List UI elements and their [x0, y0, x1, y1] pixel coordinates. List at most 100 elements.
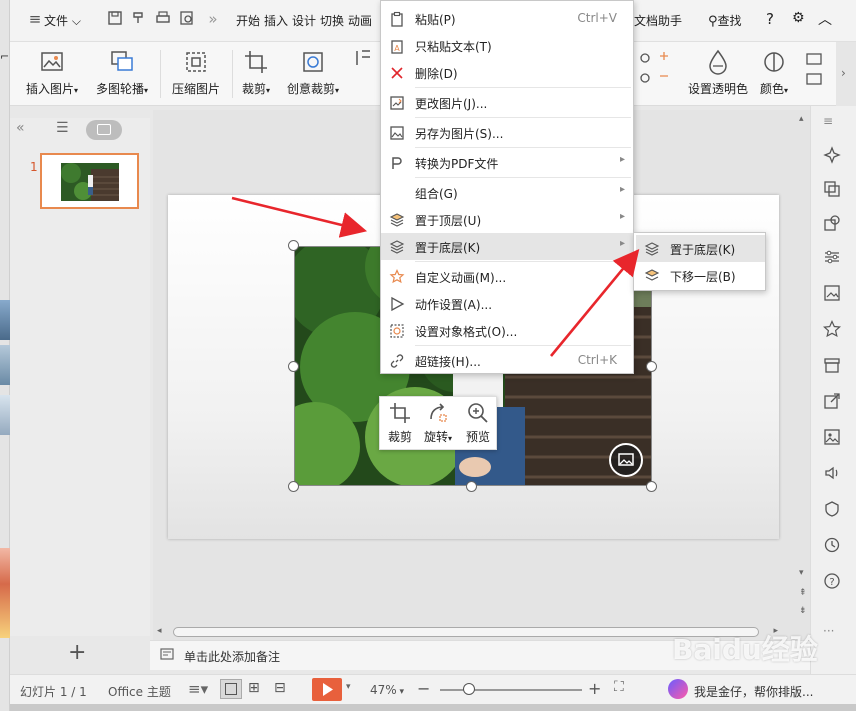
help-button[interactable]: ?	[766, 10, 774, 28]
paste-text-icon: A	[389, 38, 405, 54]
strip-image	[0, 395, 10, 435]
menu-item-format-object[interactable]: 设置对象格式(O)...	[381, 317, 633, 344]
settings-icon[interactable]: ⚙	[792, 10, 805, 26]
format-painter-icon[interactable]	[130, 10, 148, 28]
menu-item-custom-animation[interactable]: 自定义动画(M)...	[381, 263, 633, 290]
normal-view-icon[interactable]	[220, 679, 242, 699]
ribbon-scroll-right[interactable]: ›	[836, 42, 856, 106]
menu-item-hyperlink[interactable]: 超链接(H)... Ctrl+K	[381, 347, 633, 374]
brightness-icon[interactable]	[634, 50, 674, 93]
picture-tools-badge[interactable]	[609, 443, 643, 477]
menu-item-delete[interactable]: 删除(D)	[381, 59, 633, 86]
set-transparent-button[interactable]: 设置透明色	[684, 48, 752, 97]
archive-icon[interactable]	[823, 356, 843, 376]
page-up-icon[interactable]: ⇞	[799, 588, 807, 598]
resize-handle[interactable]	[288, 481, 299, 492]
tab-home[interactable]: 开始	[236, 12, 260, 29]
zoom-in-icon[interactable]: +	[588, 679, 601, 698]
help-circle-icon[interactable]: ?	[823, 572, 843, 592]
fit-window-icon[interactable]: ⛶	[614, 679, 624, 695]
resize-icon[interactable]	[352, 48, 374, 71]
submenu-item-send-backward[interactable]: 下移一层(B)	[636, 262, 765, 289]
tab-animation[interactable]: 动画	[348, 12, 372, 29]
scroll-down-icon[interactable]: ▾	[799, 568, 804, 578]
mini-preview-button[interactable]: 预览	[460, 401, 496, 445]
assistant-avatar[interactable]	[668, 679, 688, 699]
play-options-icon[interactable]: ▾	[346, 682, 351, 692]
panel-more-icon[interactable]: ···	[823, 624, 843, 644]
zoom-out-icon[interactable]: −	[417, 679, 430, 698]
zoom-slider[interactable]	[440, 689, 582, 691]
compress-picture-button[interactable]: 压缩图片	[168, 48, 224, 97]
resize-handle[interactable]	[646, 361, 657, 372]
add-slide-button[interactable]: +	[68, 640, 86, 665]
menu-item-group[interactable]: 组合(G) ▸	[381, 179, 633, 206]
magic-icon[interactable]	[823, 146, 843, 166]
resize-handle[interactable]	[288, 240, 299, 251]
save-icon[interactable]	[106, 10, 124, 28]
compress-icon	[182, 48, 210, 76]
play-slideshow-button[interactable]	[312, 678, 342, 701]
image-icon[interactable]	[823, 428, 843, 448]
zoom-slider-thumb[interactable]	[463, 683, 475, 695]
menu-item-action-settings[interactable]: 动作设置(A)...	[381, 290, 633, 317]
more-picture-tools-icon[interactable]	[800, 48, 830, 95]
zoom-level[interactable]: 47% ▾	[370, 683, 404, 697]
slide-thumbnail[interactable]	[40, 153, 139, 209]
collapse-ribbon-icon[interactable]: ︿	[818, 9, 832, 29]
collapse-panel-icon[interactable]: «	[16, 120, 25, 136]
history-icon[interactable]	[823, 536, 843, 556]
adjust-icon[interactable]	[823, 248, 843, 268]
menu-item-convert-pdf[interactable]: 转换为PDF文件 ▸	[381, 149, 633, 176]
color-button[interactable]: 颜色▾	[758, 48, 790, 97]
page-down-icon[interactable]: ⇟	[799, 606, 807, 616]
assistant-text[interactable]: 我是金仔，帮你排版...	[694, 683, 813, 700]
slide-sorter-icon[interactable]: ⊞	[248, 680, 260, 696]
resize-handle[interactable]	[288, 361, 299, 372]
resize-handle[interactable]	[646, 481, 657, 492]
insert-picture-button[interactable]: 插入图片▾	[22, 48, 82, 97]
notes-toggle-icon[interactable]: ≡▾	[188, 680, 208, 698]
shield-icon[interactable]	[823, 500, 843, 520]
tab-doc-assistant[interactable]: 文档助手	[634, 12, 682, 29]
print-icon[interactable]	[154, 10, 172, 28]
shape-icon[interactable]	[823, 214, 843, 234]
menu-item-send-to-back[interactable]: 置于底层(K) ▸	[381, 233, 633, 260]
speaker-icon[interactable]	[823, 464, 843, 484]
tab-transition[interactable]: 切换	[320, 12, 344, 29]
menu-item-bring-to-front[interactable]: 置于顶层(U) ▸	[381, 206, 633, 233]
submenu-item-send-to-back[interactable]: 置于底层(K)	[636, 235, 765, 262]
creative-crop-button[interactable]: 创意裁剪▾	[282, 48, 344, 97]
action-settings-icon	[389, 296, 405, 312]
mini-rotate-button[interactable]: 旋转▾	[420, 401, 456, 445]
duplicate-icon[interactable]	[823, 180, 843, 200]
share-icon[interactable]	[823, 392, 843, 412]
resize-handle[interactable]	[466, 481, 477, 492]
crop-button[interactable]: 裁剪▾	[236, 48, 276, 97]
more-chevron-icon[interactable]: »	[204, 10, 222, 28]
scroll-left-icon[interactable]: ◂	[157, 626, 162, 636]
menu-item-paste-text-only[interactable]: A 只粘贴文本(T)	[381, 32, 633, 59]
menu-item-save-as-picture[interactable]: 另存为图片(S)...	[381, 119, 633, 146]
vertical-scrollbar[interactable]: ▴ ▾ ⇞ ⇟	[796, 110, 810, 640]
panel-menu-icon[interactable]: ≡	[823, 114, 843, 134]
slide-count: 幻灯片 1 / 1	[20, 685, 87, 699]
slide-view-tab[interactable]	[86, 120, 122, 140]
multi-carousel-button[interactable]: 多图轮播▾	[90, 48, 154, 97]
menu-item-change-picture[interactable]: 更改图片(J)...	[381, 89, 633, 116]
menu-separator	[415, 147, 631, 148]
hamburger-icon[interactable]: ≡	[26, 10, 44, 28]
tab-design[interactable]: 设计	[292, 12, 316, 29]
reading-view-icon[interactable]: ⊟	[274, 680, 286, 696]
theme-name[interactable]: Office 主题	[108, 683, 171, 700]
search-button[interactable]: ⚲查找	[708, 12, 742, 29]
menu-item-paste[interactable]: 粘贴(P) Ctrl+V	[381, 5, 633, 32]
star-icon[interactable]	[822, 320, 843, 340]
print-preview-icon[interactable]	[178, 10, 196, 28]
picture-library-icon[interactable]	[823, 284, 843, 304]
outline-view-icon[interactable]: ☰	[56, 120, 69, 136]
mini-crop-button[interactable]: 裁剪	[382, 401, 418, 445]
scroll-up-icon[interactable]: ▴	[799, 114, 804, 124]
tab-insert[interactable]: 插入	[264, 12, 288, 29]
file-menu[interactable]: 文件 ⌵	[44, 12, 81, 29]
